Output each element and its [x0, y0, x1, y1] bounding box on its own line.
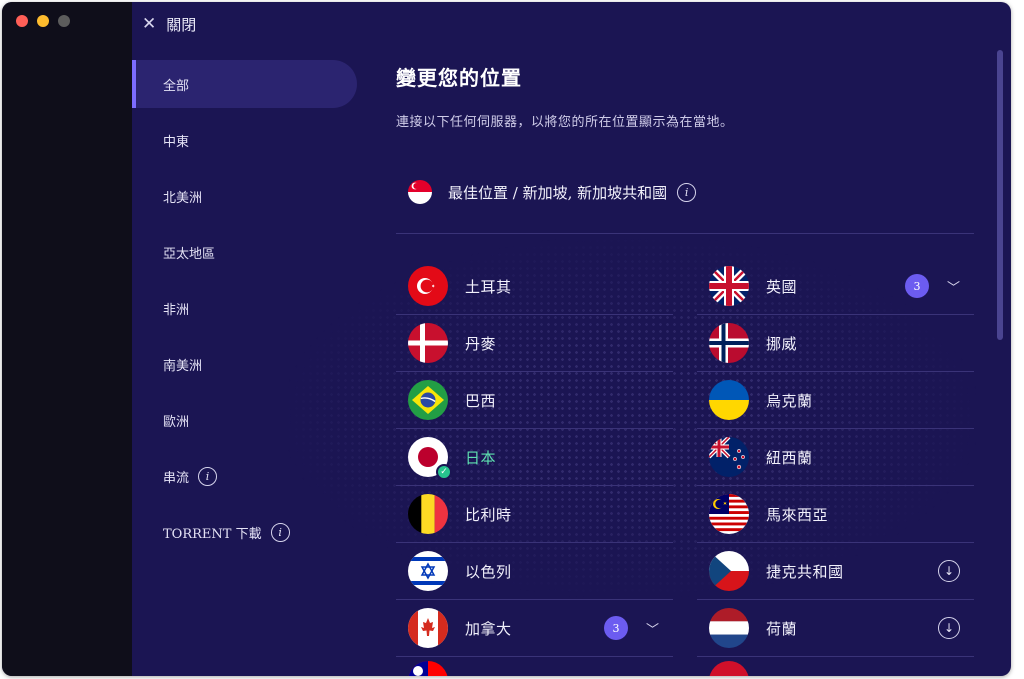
location-panel: 變更您的位置 連接以下任何伺服器，以將您的所在位置顯示為在當地。 最佳位置 / … [286, 62, 976, 676]
ukraine-flag-icon [709, 380, 749, 420]
connected-check-icon: ✓ [436, 464, 452, 480]
location-row-japan[interactable]: ✓ 日本 [396, 429, 673, 486]
row-tools: 3 ﹀ [904, 258, 960, 314]
location-name: 馬來西亞 [766, 505, 829, 524]
location-row-belgium[interactable]: 比利時 [396, 486, 673, 543]
malaysia-flag-icon [709, 494, 749, 534]
location-row-israel[interactable]: 以色列 [396, 543, 673, 600]
location-row-czech[interactable]: 捷克共和國 ↓ [697, 543, 974, 600]
close-label: 關閉 [166, 15, 197, 34]
scrollbar[interactable] [997, 50, 1003, 340]
minimize-window-button[interactable] [37, 15, 49, 27]
location-name: 加拿大 [465, 619, 512, 638]
sidebar-item-middle-east[interactable]: 中東 [132, 116, 357, 164]
location-row-malaysia[interactable]: 馬來西亞 [697, 486, 974, 543]
japan-flag-icon: ✓ [408, 437, 452, 480]
download-icon[interactable]: ↓ [938, 617, 960, 639]
sidebar-item-label: 全部 [163, 78, 190, 94]
location-row-denmark[interactable]: 丹麥 [396, 315, 673, 372]
location-name: 丹麥 [465, 334, 497, 353]
location-name: 紐西蘭 [766, 448, 813, 467]
info-icon[interactable]: i [677, 182, 697, 202]
israel-flag-icon [408, 551, 448, 591]
location-column-right: 英國 3 ﹀ 挪威 烏克蘭 紐西蘭 馬來西亞 捷克共和國 ↓ 荷蘭 ↓ [697, 258, 974, 676]
best-location-button[interactable]: 最佳位置 / 新加坡, 新加坡共和國 i [408, 178, 697, 206]
belgium-flag-icon [408, 494, 448, 534]
netherlands-flag-icon [709, 608, 749, 648]
sidebar-item-label: 歐洲 [163, 414, 190, 430]
sidebar-item-label: 中東 [163, 134, 190, 150]
location-column-left: 土耳其 丹麥 巴西 ✓ 日本 比利時 以色列 加拿大 3 ﹀ [396, 258, 673, 676]
location-row-netherlands[interactable]: 荷蘭 ↓ [697, 600, 974, 657]
close-window-button[interactable] [16, 15, 28, 27]
location-row-norway[interactable]: 挪威 [697, 315, 974, 372]
app-window: ✕ 關閉 全部 中東 北美洲 亞太地區 非洲 南美洲 歐洲 串流 i TORRE… [2, 2, 1011, 676]
location-row-canada[interactable]: 加拿大 3 ﹀ [396, 600, 673, 657]
row-tools: ↓ [938, 600, 960, 656]
chevron-down-icon[interactable]: ﹀ [947, 277, 960, 296]
row-tools: ↓ [938, 543, 960, 599]
window-controls [16, 15, 70, 27]
location-name: 挪威 [766, 334, 798, 353]
chevron-down-icon[interactable]: ﹀ [646, 619, 659, 638]
left-rail [2, 2, 132, 676]
location-name: 荷蘭 [766, 619, 798, 638]
download-icon[interactable]: ↓ [938, 560, 960, 582]
best-location-label: 最佳位置 / 新加坡, 新加坡共和國 [448, 183, 668, 202]
singapore-flag-icon [408, 180, 432, 204]
server-count-badge: 3 [603, 616, 628, 640]
divider [396, 233, 974, 234]
sidebar-item-label: TORRENT 下載 [163, 526, 262, 542]
row-tools: 3 ﹀ [603, 600, 659, 656]
location-row-taiwan[interactable] [396, 657, 673, 676]
close-icon: ✕ [142, 14, 157, 34]
sidebar-item-label: 北美洲 [163, 190, 203, 206]
location-row-new-zealand[interactable]: 紐西蘭 [697, 429, 974, 486]
zoom-window-button[interactable] [58, 15, 70, 27]
location-name: 巴西 [465, 391, 497, 410]
taiwan-flag-icon [408, 661, 448, 676]
page-subtitle: 連接以下任何伺服器，以將您的所在位置顯示為在當地。 [396, 115, 734, 130]
page-title: 變更您的位置 [396, 66, 522, 90]
sidebar-item-label: 南美洲 [163, 358, 203, 374]
new-zealand-flag-icon [709, 437, 749, 477]
location-row-turkey[interactable]: 土耳其 [396, 258, 673, 315]
denmark-flag-icon [408, 323, 448, 363]
sidebar-item-label: 亞太地區 [163, 246, 216, 262]
location-name: 土耳其 [465, 277, 512, 296]
info-icon[interactable]: i [198, 466, 218, 486]
czech-flag-icon [709, 551, 749, 591]
sidebar-item-label: 串流 [163, 470, 190, 486]
location-row-brazil[interactable]: 巴西 [396, 372, 673, 429]
server-count-badge: 3 [904, 274, 929, 298]
location-row-ukraine[interactable]: 烏克蘭 [697, 372, 974, 429]
location-name: 烏克蘭 [766, 391, 813, 410]
sidebar-item-all[interactable]: 全部 [132, 60, 357, 108]
close-button[interactable]: ✕ 關閉 [142, 12, 196, 36]
location-name: 英國 [766, 277, 798, 296]
location-name: 捷克共和國 [766, 562, 844, 581]
location-name: 比利時 [465, 505, 512, 524]
turkey-flag-icon [408, 266, 448, 306]
red-flag-icon [709, 661, 749, 676]
brazil-flag-icon [408, 380, 448, 420]
canada-flag-icon [408, 608, 448, 648]
location-row-partial[interactable] [697, 657, 974, 676]
location-name: 日本 [465, 448, 497, 467]
sidebar-item-north-america[interactable]: 北美洲 [132, 172, 357, 220]
location-name: 以色列 [465, 562, 512, 581]
norway-flag-icon [709, 323, 749, 363]
topbar: ✕ 關閉 [132, 2, 1011, 46]
uk-flag-icon [709, 266, 749, 306]
location-row-uk[interactable]: 英國 3 ﹀ [697, 258, 974, 315]
sidebar-item-label: 非洲 [163, 302, 190, 318]
